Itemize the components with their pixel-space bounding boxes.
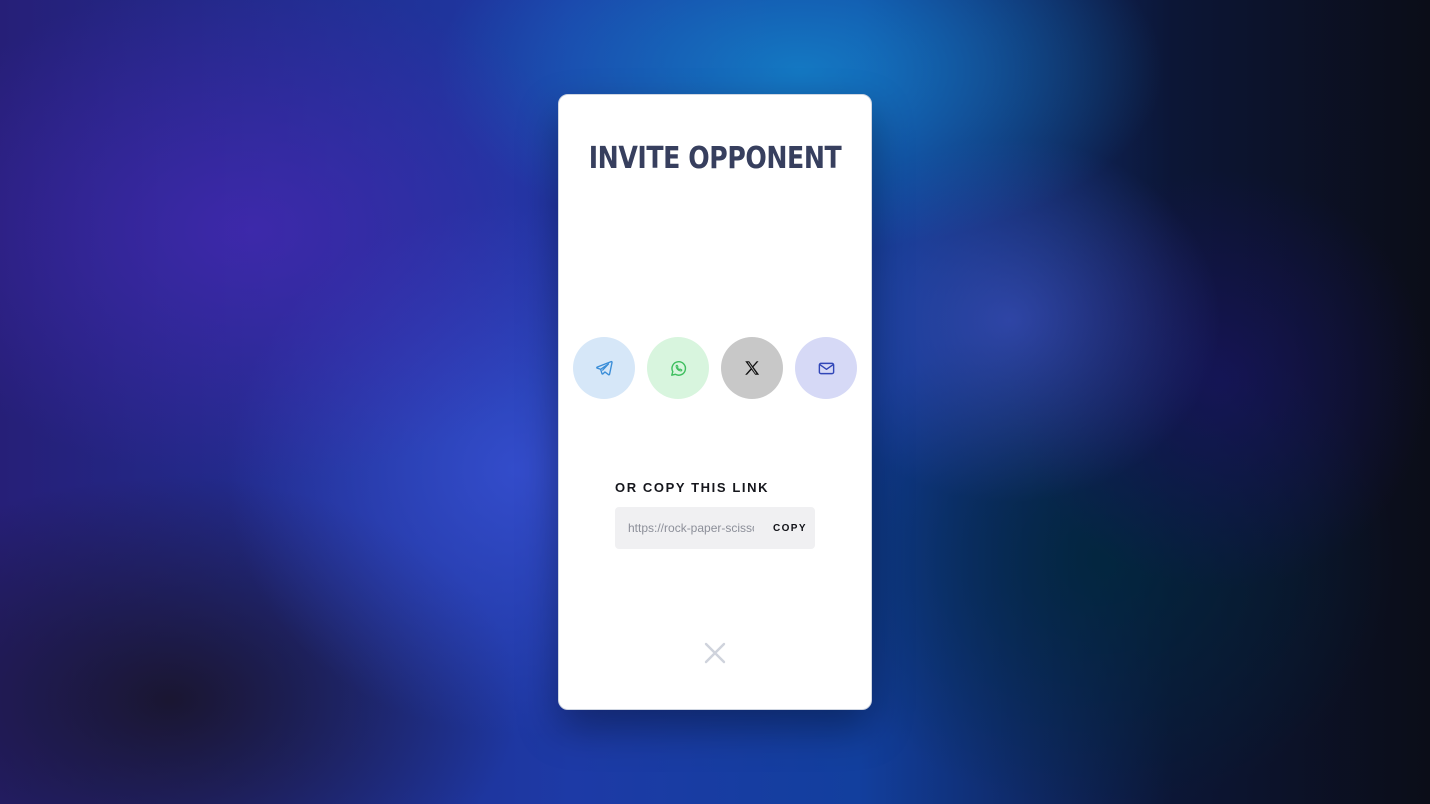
copy-link-box: COPY	[615, 507, 815, 549]
close-icon	[704, 642, 726, 667]
invite-modal: INVITE OPPONENT OR COPY THIS LINK https:…	[558, 94, 872, 710]
copy-link-label: OR COPY THIS LINK	[615, 480, 770, 495]
x-logo-icon	[743, 359, 761, 377]
telegram-icon	[595, 359, 613, 377]
share-telegram-button[interactable]	[573, 337, 635, 399]
share-email-button[interactable]	[795, 337, 857, 399]
copy-button[interactable]: COPY	[773, 523, 807, 534]
link-input[interactable]	[628, 521, 754, 535]
mail-icon	[817, 359, 836, 378]
share-whatsapp-button[interactable]	[647, 337, 709, 399]
share-buttons	[573, 337, 857, 399]
whatsapp-icon	[669, 359, 688, 378]
modal-title: INVITE OPPONENT	[588, 141, 842, 176]
share-x-button[interactable]	[721, 337, 783, 399]
close-button[interactable]	[701, 640, 729, 668]
